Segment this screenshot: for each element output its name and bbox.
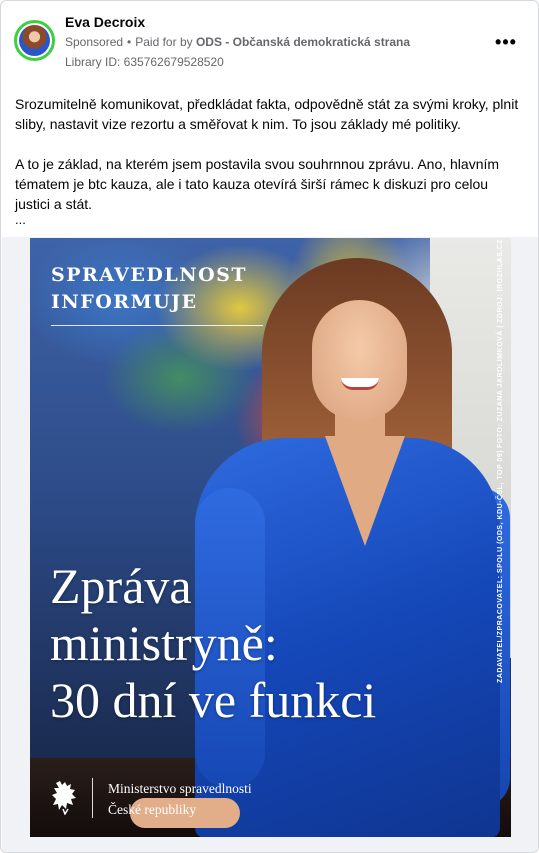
person-face — [312, 300, 407, 420]
ministry-line-1: Ministerstvo spravedlnosti — [108, 781, 252, 796]
headline-line-1: Zpráva — [50, 558, 192, 614]
profile-avatar[interactable] — [14, 20, 55, 61]
paid-for-label: Paid for by — [135, 35, 193, 49]
person-smile — [341, 378, 379, 390]
post-text: Srozumitelně komunikovat, předkládat fak… — [15, 94, 525, 214]
library-id: Library ID: 635762679528520 — [65, 55, 224, 69]
headline-line-2: ministryně: — [50, 615, 278, 671]
post-paragraph-2: A to je základ, na kterém jsem postavila… — [15, 156, 500, 212]
sponsored-post-card: Eva Decroix Sponsored • Paid for by ODS - … — [0, 0, 539, 853]
top-heading-line-2: INFORMUJE — [51, 291, 198, 313]
payer-link[interactable]: ODS - Občanská demokratická strana — [196, 35, 410, 49]
more-options-button[interactable]: ••• — [491, 27, 521, 57]
meta-separator: • — [127, 35, 132, 49]
logo-divider — [92, 778, 93, 818]
heading-underline — [51, 325, 263, 326]
creative-top-heading: SPRAVEDLNOST INFORMUJE — [51, 262, 281, 316]
more-options-icon: ••• — [495, 31, 517, 52]
ad-creative-image[interactable]: SPRAVEDLNOST INFORMUJE FOTO: ZUZANA JARO… — [30, 238, 511, 837]
creative-headline: Zpráva ministryně: 30 dní ve funkci — [50, 558, 490, 729]
author-name[interactable]: Eva Decroix — [65, 14, 145, 30]
sponsored-meta: Sponsored • Paid for by ODS - Občanská dem… — [65, 35, 410, 49]
see-more-link[interactable]: ... — [15, 212, 26, 227]
post-paragraph-1: Srozumitelně komunikovat, předkládat fak… — [15, 96, 519, 132]
lion-emblem-icon — [52, 781, 76, 815]
ministry-line-2: České republiky — [108, 802, 197, 817]
sponsored-label: Sponsored — [65, 35, 124, 49]
sponsor-credit: ZADAVATEL/ZPRACOVATEL: SPOLU (ODS, KDU-Č… — [497, 449, 504, 683]
top-heading-line-1: SPRAVEDLNOST — [51, 264, 247, 286]
headline-line-3: 30 dní ve funkci — [50, 672, 377, 728]
photo-credit: FOTO: ZUZANA JAROLÍMKOVÁ | ZDROJ: IROZHL… — [497, 238, 504, 448]
avatar-image — [19, 25, 50, 56]
ministry-name: Ministerstvo spravedlnosti České republi… — [108, 778, 252, 820]
